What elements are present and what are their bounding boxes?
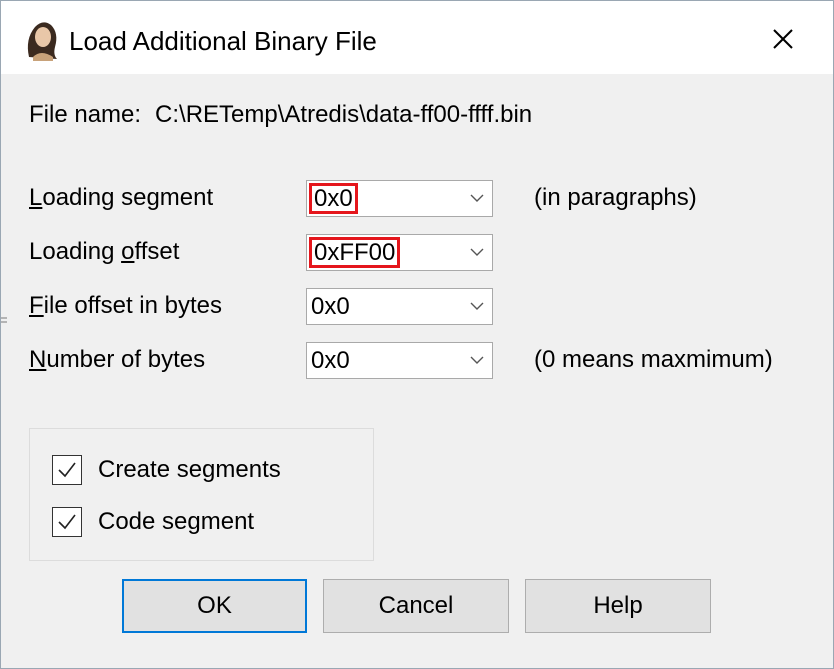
checkmark-icon [58, 514, 76, 530]
portrait-icon [21, 17, 61, 61]
help-button[interactable]: Help [525, 579, 711, 633]
loading-segment-hint: (in paragraphs) [534, 184, 697, 211]
file-offset-combobox[interactable]: 0x0 [306, 288, 493, 325]
chevron-down-icon [470, 194, 484, 202]
create-segments-label: Create segments [98, 456, 281, 483]
loading-segment-label: Loading segment [29, 184, 214, 211]
cancel-button[interactable]: Cancel [323, 579, 509, 633]
number-of-bytes-value: 0x0 [311, 347, 350, 374]
chevron-down-icon [470, 356, 484, 364]
number-of-bytes-hint: (0 means maxmimum) [534, 346, 773, 373]
create-segments-checkbox[interactable] [52, 455, 82, 485]
code-segment-checkbox-row[interactable]: Code segment [52, 507, 254, 537]
options-group: Create segments Code segment [29, 428, 374, 561]
ok-button[interactable]: OK [122, 579, 307, 633]
file-name-label: File name: [29, 101, 142, 128]
loading-offset-combobox[interactable]: 0xFF00 [306, 234, 493, 271]
close-button[interactable] [759, 17, 807, 61]
loading-segment-value: 0x0 [309, 183, 358, 214]
number-of-bytes-label: Number of bytes [29, 346, 206, 373]
chevron-down-icon [470, 248, 484, 256]
code-segment-label: Code segment [98, 508, 255, 535]
file-name-row: File name: C:\RETemp\Atredis\data-ff00-ff… [29, 101, 532, 129]
close-icon [773, 29, 793, 49]
loading-offset-value: 0xFF00 [309, 237, 401, 268]
dialog-title: Load Additional Binary File [69, 26, 377, 56]
loading-offset-label: Loading offset [29, 238, 180, 265]
file-offset-label: File offset in bytes [29, 292, 222, 319]
number-of-bytes-combobox[interactable]: 0x0 [306, 342, 493, 379]
checkmark-icon [58, 462, 76, 478]
title-bar: Load Additional Binary File [1, 1, 833, 74]
code-segment-checkbox[interactable] [52, 507, 82, 537]
chevron-down-icon [470, 302, 484, 310]
create-segments-checkbox-row[interactable]: Create segments [52, 455, 281, 485]
resize-grip-icon [1, 317, 7, 323]
load-binary-dialog: Load Additional Binary File File name: C:… [0, 0, 834, 669]
loading-segment-combobox[interactable]: 0x0 [306, 180, 493, 217]
file-offset-value: 0x0 [311, 293, 350, 320]
file-name-value: C:\RETemp\Atredis\data-ff00-ffff.bin [155, 101, 533, 128]
